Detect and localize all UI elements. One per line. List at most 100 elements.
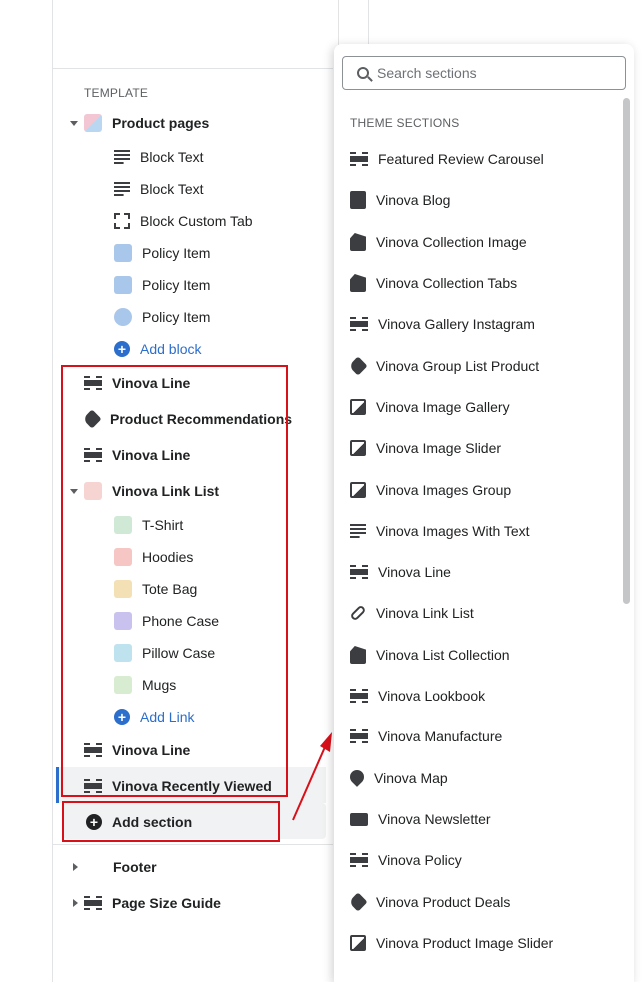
section-option[interactable]: Vinova Image Gallery <box>350 392 510 422</box>
section-option[interactable]: Vinova Images Group <box>350 475 511 505</box>
tree-item-label: Block Custom Tab <box>140 213 253 229</box>
section-icon <box>350 317 368 331</box>
section-option[interactable]: Vinova Product Deals <box>348 887 511 917</box>
section-option-label: Vinova Product Image Slider <box>376 935 554 951</box>
image-icon <box>350 482 366 498</box>
section-option[interactable]: Vinova Manufacture <box>350 721 502 751</box>
tree-item-label: Policy Item <box>142 277 211 293</box>
tree-item-block[interactable]: Policy Item <box>114 269 210 301</box>
tree-item-block[interactable]: Policy Item <box>114 237 210 269</box>
section-option[interactable]: Vinova Lookbook <box>350 681 485 711</box>
section-divider <box>53 844 333 845</box>
mail-icon <box>350 812 368 826</box>
section-option[interactable]: Vinova List Collection <box>350 640 510 670</box>
search-box[interactable] <box>342 56 626 90</box>
section-option-label: Vinova Map <box>374 770 448 786</box>
section-icon <box>350 565 368 579</box>
section-option[interactable]: Vinova Line <box>350 557 451 587</box>
section-icon <box>84 896 102 910</box>
expand-caret-icon[interactable] <box>73 899 78 907</box>
section-option[interactable]: Vinova Collection Tabs <box>350 268 517 298</box>
section-option-label: Vinova Images Group <box>376 482 512 498</box>
add-block-button[interactable]: + Add block <box>114 333 201 365</box>
section-option[interactable]: Vinova Link List <box>349 598 474 628</box>
calendar-icon <box>114 276 132 294</box>
collection-icon <box>350 274 366 292</box>
add-circle-icon: + <box>114 341 130 357</box>
tree-item-label: Page Size Guide <box>112 895 221 911</box>
tree-item-product-pages[interactable]: Product pages <box>84 107 209 139</box>
search-input[interactable] <box>375 64 599 82</box>
link-icon <box>349 604 367 622</box>
section-option-label: Vinova Link List <box>376 605 474 621</box>
section-option[interactable]: Vinova Policy <box>350 845 462 875</box>
section-option-label: Vinova Collection Image <box>376 234 527 250</box>
tree-item-label: Policy Item <box>142 245 211 261</box>
section-option-label: Vinova Product Deals <box>376 894 511 910</box>
section-option-label: Featured Review Carousel <box>378 151 544 167</box>
tree-item-label: Block Text <box>140 149 204 165</box>
tree-item-footer[interactable]: Footer <box>113 851 157 883</box>
tree-item-page-size-guide[interactable]: Page Size Guide <box>84 887 221 919</box>
panel-separator <box>53 68 333 69</box>
tree-item-label: Product pages <box>112 115 210 131</box>
section-option-label: Vinova Manufacture <box>378 728 503 744</box>
section-option[interactable]: Vinova Gallery Instagram <box>350 309 535 339</box>
section-option-label: Vinova Images With Text <box>376 523 530 539</box>
map-pin-icon <box>347 767 367 787</box>
section-option-label: Vinova Image Slider <box>376 440 502 456</box>
return-icon <box>114 308 132 326</box>
section-option-label: Vinova Image Gallery <box>376 399 510 415</box>
section-option-label: Vinova Line <box>378 564 451 580</box>
section-option[interactable]: Vinova Image Slider <box>350 433 501 463</box>
tag-icon <box>348 356 368 376</box>
text-block-icon <box>350 524 366 538</box>
expand-caret-icon[interactable] <box>73 863 78 871</box>
section-option[interactable]: Vinova Map <box>347 763 448 793</box>
annotation-arrow-icon <box>292 732 332 821</box>
tree-item-block[interactable]: Policy Item <box>114 301 210 333</box>
section-option[interactable]: Vinova Collection Image <box>350 227 527 257</box>
tree-item-label: Footer <box>113 859 157 875</box>
section-option[interactable]: Featured Review Carousel <box>350 144 544 174</box>
product-page-icon <box>84 114 102 132</box>
panel-divider <box>52 0 53 982</box>
section-option[interactable]: Vinova Product Image Slider <box>350 928 553 958</box>
scrollbar-thumb[interactable] <box>623 98 630 604</box>
tree-item-block[interactable]: Block Custom Tab <box>114 205 253 237</box>
selected-row-indicator <box>56 767 59 803</box>
dashed-box-icon <box>114 213 130 229</box>
section-option[interactable]: Vinova Images With Text <box>350 516 530 546</box>
blog-icon <box>350 191 366 209</box>
highlight-box <box>61 365 288 797</box>
section-option[interactable]: Vinova Newsletter <box>350 804 491 834</box>
theme-sections-heading: THEME SECTIONS <box>350 116 460 130</box>
text-lines-icon <box>114 182 130 196</box>
section-option-label: Vinova Lookbook <box>378 688 486 704</box>
tree-item-block[interactable]: Block Text <box>114 141 204 173</box>
text-lines-icon <box>114 150 130 164</box>
section-option-label: Vinova List Collection <box>376 647 510 663</box>
section-option-label: Vinova Gallery Instagram <box>378 316 535 332</box>
truck-icon <box>114 244 132 262</box>
search-icon <box>357 67 369 79</box>
collapse-caret-icon[interactable] <box>70 121 78 126</box>
collection-icon <box>350 233 366 251</box>
section-option-label: Vinova Blog <box>376 192 451 208</box>
image-icon <box>350 399 366 415</box>
section-option-label: Vinova Collection Tabs <box>376 275 518 291</box>
section-option-label: Vinova Newsletter <box>378 811 491 827</box>
tree-item-label: Block Text <box>140 181 204 197</box>
section-option-label: Vinova Group List Product <box>376 358 540 374</box>
image-icon <box>350 935 366 951</box>
template-heading: TEMPLATE <box>84 86 149 100</box>
collection-icon <box>350 646 366 664</box>
section-option[interactable]: Vinova Blog <box>350 185 450 215</box>
tag-icon <box>348 892 368 912</box>
image-icon <box>350 440 366 456</box>
section-option[interactable]: Vinova Group List Product <box>348 351 540 381</box>
add-block-label: Add block <box>140 341 202 357</box>
section-icon <box>350 729 368 743</box>
section-icon <box>350 689 368 703</box>
tree-item-block[interactable]: Block Text <box>114 173 204 205</box>
